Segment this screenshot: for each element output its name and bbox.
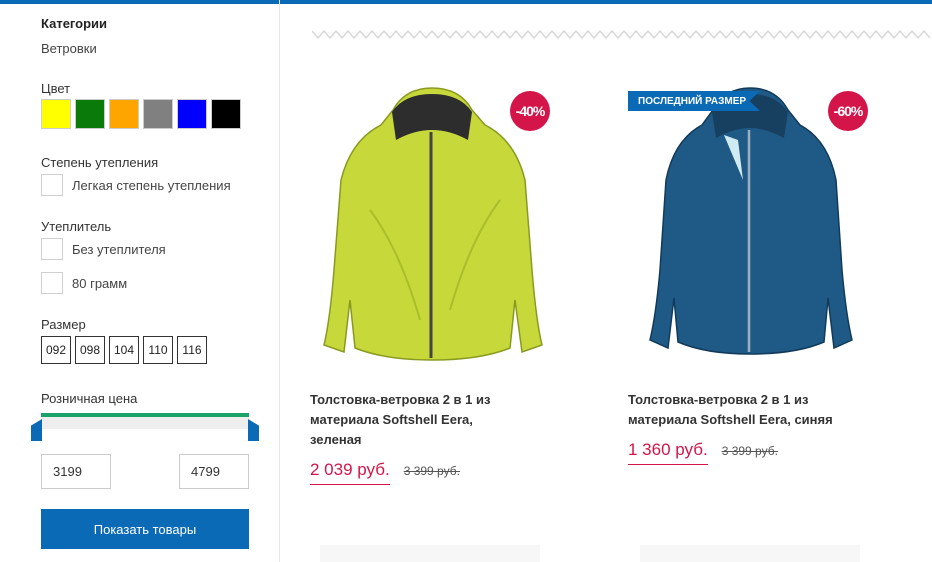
checkbox[interactable] bbox=[41, 238, 63, 260]
price-filter-title: Розничная цена bbox=[41, 391, 138, 406]
product-image[interactable]: ПОСЛЕДНИЙ РАЗМЕР -60% bbox=[628, 70, 874, 380]
size-options: 092 098 104 110 116 bbox=[41, 336, 207, 364]
filter-sidebar: Категории Ветровки Цвет Степень утеплени… bbox=[0, 0, 280, 562]
old-price: 3 399 руб. bbox=[721, 444, 778, 458]
next-product-card-top bbox=[640, 545, 860, 562]
price-underline bbox=[628, 464, 708, 465]
size-option[interactable]: 092 bbox=[41, 336, 71, 364]
checkbox-label: Без утеплителя bbox=[72, 241, 166, 257]
price-max-input[interactable]: 4799 bbox=[179, 454, 249, 489]
old-price: 3 399 руб. bbox=[403, 464, 460, 478]
category-title: Категории bbox=[41, 16, 108, 31]
checkbox[interactable] bbox=[41, 174, 63, 196]
next-product-card-top bbox=[320, 545, 540, 562]
slider-max-handle[interactable] bbox=[248, 419, 259, 441]
color-swatch-green[interactable] bbox=[75, 99, 105, 129]
insulation-option-none[interactable]: Без утеплителя bbox=[41, 238, 166, 260]
price-underline bbox=[310, 484, 390, 485]
product-card[interactable]: -40% Толстовка-ветровка 2 в 1 из материа… bbox=[310, 70, 556, 485]
size-option[interactable]: 116 bbox=[177, 336, 207, 364]
size-option[interactable]: 104 bbox=[109, 336, 139, 364]
size-option[interactable]: 110 bbox=[143, 336, 173, 364]
product-title[interactable]: Толстовка-ветровка 2 в 1 из материала So… bbox=[310, 390, 520, 450]
current-price: 1 360 руб. bbox=[628, 440, 708, 459]
checkbox-label: 80 грамм bbox=[72, 275, 128, 291]
product-prices: 1 360 руб. 3 399 руб. bbox=[628, 440, 874, 460]
jacket-shape bbox=[649, 87, 853, 355]
slider-min-handle[interactable] bbox=[31, 419, 42, 441]
color-filter-title: Цвет bbox=[41, 81, 71, 96]
current-price: 2 039 руб. bbox=[310, 460, 390, 479]
color-swatch-gray[interactable] bbox=[143, 99, 173, 129]
color-swatch-yellow[interactable] bbox=[41, 99, 71, 129]
product-title[interactable]: Толстовка-ветровка 2 в 1 из материала So… bbox=[628, 390, 838, 430]
discount-badge: -40% bbox=[510, 91, 550, 131]
price-range-slider[interactable] bbox=[31, 413, 259, 441]
product-image[interactable]: -40% bbox=[310, 70, 556, 380]
jacket-shape bbox=[323, 87, 543, 361]
insulation-option-80g[interactable]: 80 грамм bbox=[41, 272, 127, 294]
color-swatch-blue[interactable] bbox=[177, 99, 207, 129]
insulation-title: Утеплитель bbox=[41, 219, 112, 234]
size-option[interactable]: 098 bbox=[75, 336, 105, 364]
checkbox[interactable] bbox=[41, 272, 63, 294]
size-filter-title: Размер bbox=[41, 317, 86, 332]
checkbox-label: Легкая степень утепления bbox=[72, 177, 231, 193]
color-swatch-black[interactable] bbox=[211, 99, 241, 129]
insulation-degree-title: Степень утепления bbox=[41, 155, 159, 170]
insulation-degree-option-light[interactable]: Легкая степень утепления bbox=[41, 174, 231, 196]
category-item-windbreakers[interactable]: Ветровки bbox=[41, 41, 97, 56]
show-products-button[interactable]: Показать товары bbox=[41, 509, 249, 549]
color-swatch-orange[interactable] bbox=[109, 99, 139, 129]
discount-badge: -60% bbox=[828, 91, 868, 131]
price-min-input[interactable]: 3199 bbox=[41, 454, 111, 489]
product-card[interactable]: ПОСЛЕДНИЙ РАЗМЕР -60% Толстовка-ветровка… bbox=[628, 70, 874, 465]
color-swatches bbox=[41, 99, 241, 129]
decorative-zigzag-divider bbox=[312, 29, 931, 40]
last-size-badge: ПОСЛЕДНИЙ РАЗМЕР bbox=[628, 91, 761, 111]
slider-track bbox=[41, 417, 249, 429]
product-prices: 2 039 руб. 3 399 руб. bbox=[310, 460, 556, 480]
